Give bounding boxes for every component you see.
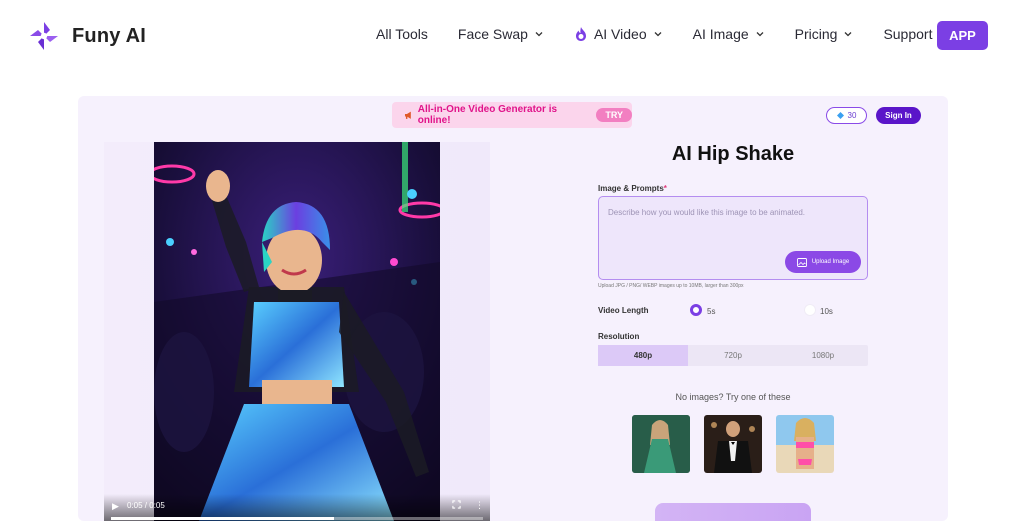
play-icon[interactable]: ▶ — [112, 501, 119, 512]
length-10s-radio[interactable] — [804, 304, 816, 316]
app-button[interactable]: APP — [937, 21, 988, 50]
sign-in-button[interactable]: Sign In — [876, 107, 921, 124]
top-navigation: Funy AI All Tools Face Swap AI Video AI … — [0, 0, 1024, 72]
credits-badge[interactable]: 30 — [826, 107, 867, 124]
chevron-down-icon — [535, 32, 543, 37]
main-nav: All Tools Face Swap AI Video AI Image Pr… — [376, 26, 978, 42]
brand-logo-icon — [28, 20, 60, 52]
nav-pricing-label: Pricing — [794, 26, 838, 42]
promo-text: All-in-One Video Generator is online! — [417, 104, 558, 126]
prompt-placeholder: Describe how you would like this image t… — [608, 208, 805, 217]
chevron-down-icon — [654, 32, 662, 37]
sample-image-beach — [776, 415, 834, 473]
nav-ai-image[interactable]: AI Image — [693, 26, 765, 42]
sample-image[interactable] — [776, 415, 834, 473]
length-5s-label: 5s — [707, 307, 716, 316]
more-options-icon[interactable]: ⋮ — [475, 500, 484, 511]
sample-image[interactable] — [704, 415, 762, 473]
required-marker: * — [663, 184, 667, 193]
video-time: 0:05 / 0:05 — [127, 501, 165, 510]
upload-image-button[interactable]: Upload Image — [785, 251, 861, 273]
chevron-down-icon — [756, 32, 764, 37]
image-upload-icon — [796, 257, 807, 267]
prompt-label-text: Image & Prompts — [598, 184, 664, 193]
chevron-down-icon — [844, 32, 852, 37]
video-length-label: Video Length — [598, 306, 649, 315]
megaphone-icon — [404, 111, 411, 119]
prompt-label: Image & Prompts* — [598, 184, 667, 193]
video-progress-fill — [111, 517, 335, 520]
brand-logo[interactable]: Funy AI — [28, 20, 146, 52]
resolution-label: Resolution — [598, 332, 640, 341]
length-5s-radio[interactable] — [690, 304, 702, 316]
diamond-icon — [836, 112, 844, 119]
nav-all-tools-label: All Tools — [376, 26, 428, 42]
upload-hint: Upload JPG / PNG/ WEBP images up to 10MB… — [598, 283, 744, 289]
nav-face-swap[interactable]: Face Swap — [458, 26, 544, 42]
sample-image-green-dress — [632, 415, 690, 473]
nav-face-swap-label: Face Swap — [457, 26, 528, 42]
video-frame-image — [154, 142, 440, 521]
credits-count: 30 — [847, 111, 857, 120]
promo-banner[interactable]: All-in-One Video Generator is online! TR… — [392, 102, 632, 128]
generate-button[interactable] — [655, 503, 811, 521]
resolution-480p[interactable]: 480p — [598, 345, 688, 366]
flame-icon — [575, 27, 586, 41]
nav-ai-video[interactable]: AI Video — [574, 26, 663, 42]
example-video[interactable] — [154, 142, 440, 521]
resolution-1080p[interactable]: 1080p — [778, 345, 868, 366]
sample-image-tuxedo — [704, 415, 762, 473]
brand-name: Funy AI — [72, 24, 146, 47]
nav-ai-video-label: AI Video — [593, 26, 647, 42]
fullscreen-icon[interactable] — [452, 500, 461, 509]
upload-image-label: Upload Image — [811, 259, 850, 265]
video-progress-bar[interactable] — [111, 517, 483, 520]
nav-pricing[interactable]: Pricing — [795, 26, 854, 42]
promo-try-button[interactable]: TRY — [596, 108, 632, 122]
resolution-selector: 480p 720p 1080p — [598, 345, 868, 366]
nav-all-tools[interactable]: All Tools — [376, 26, 428, 42]
sample-images-title: No images? Try one of these — [675, 392, 791, 402]
length-10s-label: 10s — [820, 307, 833, 316]
page-title: AI Hip Shake — [671, 143, 795, 165]
resolution-720p[interactable]: 720p — [688, 345, 778, 366]
nav-support-label: Support — [883, 26, 933, 42]
sample-image[interactable] — [632, 415, 690, 473]
nav-ai-image-label: AI Image — [692, 26, 749, 42]
